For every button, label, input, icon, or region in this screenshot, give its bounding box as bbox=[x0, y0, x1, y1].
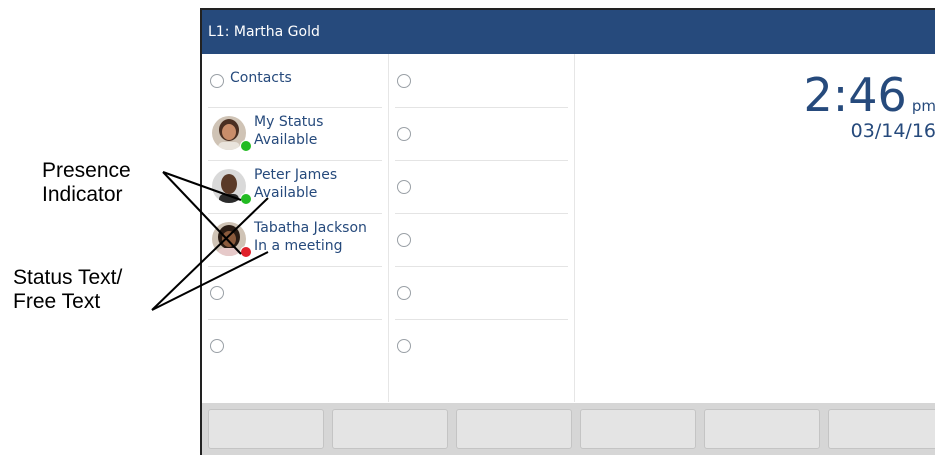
annotation-line: Presence bbox=[42, 159, 131, 182]
contacts-key[interactable]: Contacts bbox=[208, 54, 382, 108]
contact-status: Available bbox=[254, 185, 318, 201]
presence-indicator-icon bbox=[240, 140, 252, 152]
presence-indicator-annotation: Presence Indicator bbox=[42, 159, 131, 207]
empty-line-key[interactable] bbox=[395, 160, 568, 214]
radio-icon bbox=[210, 339, 224, 353]
clock-time: 2:46 bbox=[803, 68, 907, 122]
empty-line-key[interactable] bbox=[395, 107, 568, 161]
contacts-label: Contacts bbox=[230, 70, 292, 86]
softkey-bar bbox=[202, 403, 935, 455]
radio-icon bbox=[210, 74, 224, 88]
annotation-line: Status Text/ bbox=[13, 266, 123, 289]
softkey-1[interactable] bbox=[208, 409, 324, 449]
radio-icon bbox=[397, 180, 411, 194]
clock-date: 03/14/16 bbox=[850, 120, 935, 142]
clock-ampm: pm bbox=[911, 97, 935, 115]
contact-name: My Status bbox=[254, 114, 324, 130]
empty-line-key[interactable] bbox=[395, 213, 568, 267]
empty-line-key[interactable] bbox=[208, 266, 382, 320]
phone-screen: L1: Martha Gold Contacts My Status Avail… bbox=[200, 8, 935, 455]
clock-display: 2:46 pm 03/14/16 bbox=[803, 72, 935, 142]
radio-icon bbox=[397, 127, 411, 141]
softkey-5[interactable] bbox=[704, 409, 820, 449]
status-text-annotation: Status Text/ Free Text bbox=[13, 266, 122, 314]
radio-icon bbox=[210, 286, 224, 300]
line-title-bar: L1: Martha Gold bbox=[202, 10, 935, 54]
empty-line-key[interactable] bbox=[208, 319, 382, 372]
line-keys-left: Contacts My Status Available Peter James… bbox=[202, 54, 389, 402]
radio-icon bbox=[397, 286, 411, 300]
radio-icon bbox=[397, 339, 411, 353]
presence-indicator-icon bbox=[240, 193, 252, 205]
annotation-line: Indicator bbox=[42, 183, 123, 206]
line-keys-middle bbox=[389, 54, 575, 402]
softkey-4[interactable] bbox=[580, 409, 696, 449]
presence-indicator-icon bbox=[240, 246, 252, 258]
contact-name: Peter James bbox=[254, 167, 338, 183]
contact-entry[interactable]: Tabatha Jackson In a meeting bbox=[208, 213, 382, 267]
softkey-3[interactable] bbox=[456, 409, 572, 449]
contact-entry[interactable]: My Status Available bbox=[208, 107, 382, 161]
softkey-2[interactable] bbox=[332, 409, 448, 449]
radio-icon bbox=[397, 233, 411, 247]
contact-status: In a meeting bbox=[254, 238, 343, 254]
empty-line-key[interactable] bbox=[395, 54, 568, 108]
contact-entry[interactable]: Peter James Available bbox=[208, 160, 382, 214]
radio-icon bbox=[397, 74, 411, 88]
softkey-6[interactable] bbox=[828, 409, 935, 449]
empty-line-key[interactable] bbox=[395, 266, 568, 320]
contact-name: Tabatha Jackson bbox=[254, 220, 367, 236]
empty-line-key[interactable] bbox=[395, 319, 568, 372]
contact-status: Available bbox=[254, 132, 318, 148]
annotation-line: Free Text bbox=[13, 290, 101, 313]
